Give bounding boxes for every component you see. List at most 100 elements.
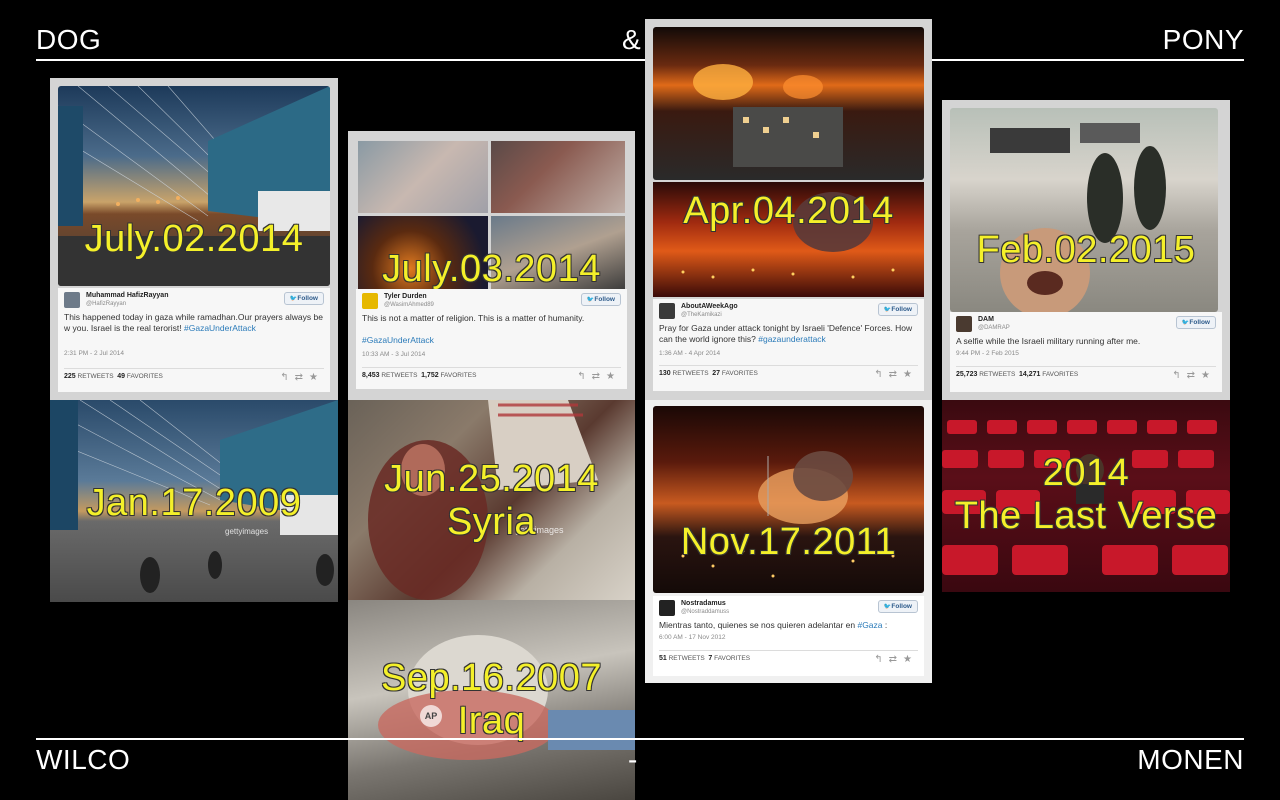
favorites-label: FAVORITES xyxy=(1042,371,1079,378)
retweet-icon[interactable]: ⇄ xyxy=(592,371,606,382)
star-icon[interactable]: ★ xyxy=(606,371,621,382)
star-icon[interactable]: ★ xyxy=(309,372,324,383)
hashtag-link[interactable]: #gazaunderattack xyxy=(758,334,826,344)
tweet-header: AboutAWeekAgo @TheKamikazi Follow xyxy=(659,303,918,323)
tweet-text: A selfie while the Israeli military runn… xyxy=(956,336,1141,346)
tweet-card-nov-17-2011[interactable]: Nov.17.2011 Nostradamus @Nostraddamuss F… xyxy=(645,400,932,683)
tweet-card-feb-02-2015[interactable]: Feb.02.2015 DAM @DAMRAP Follow A selfie … xyxy=(942,100,1230,400)
avatar xyxy=(659,600,675,616)
collage-photo-3 xyxy=(358,216,488,291)
photo-tile-sep-16-2007[interactable]: AP Sep.16.2007 Iraq xyxy=(348,600,635,800)
reply-icon[interactable]: ↰ xyxy=(577,371,591,382)
retweet-icon[interactable]: ⇄ xyxy=(1187,370,1201,381)
follow-button[interactable]: Follow xyxy=(877,600,918,613)
tweet-author-name[interactable]: Muhammad HafizRayyan xyxy=(86,292,168,299)
tweet-author-handle[interactable]: @Nostraddamuss xyxy=(681,609,729,615)
tweet-text: This is not a matter of religion. This i… xyxy=(362,313,585,323)
favorite-count: 7 xyxy=(708,655,713,662)
tweet-photo-top xyxy=(653,27,924,180)
star-icon[interactable]: ★ xyxy=(903,369,918,380)
tweet-author-name[interactable]: DAM xyxy=(978,316,994,323)
reply-icon[interactable]: ↰ xyxy=(874,369,888,380)
retweet-icon[interactable]: ⇄ xyxy=(295,372,309,383)
retweet-count: 130 xyxy=(659,370,671,377)
star-icon[interactable]: ★ xyxy=(903,654,918,665)
favorites-label: FAVORITES xyxy=(714,655,751,662)
retweet-count: 225 xyxy=(64,373,76,380)
tweet-body: Muhammad HafizRayyan @HafizRayyan Follow… xyxy=(58,288,330,392)
tweet-author-handle[interactable]: @DAMRAP xyxy=(978,325,1010,331)
watermark: gettyimages xyxy=(515,525,564,535)
header-right-text: PONY xyxy=(1162,24,1244,55)
reply-icon[interactable]: ↰ xyxy=(280,372,294,383)
ap-logo: AP xyxy=(420,705,442,727)
tweet-author-handle[interactable]: @HafizRayyan xyxy=(86,301,126,307)
tweet-timestamp[interactable]: 1:36 AM - 4 Apr 2014 xyxy=(659,350,720,357)
tweet-author-name[interactable]: Nostradamus xyxy=(681,600,726,607)
tweet-timestamp[interactable]: 6:00 AM - 17 Nov 2012 xyxy=(659,634,726,641)
retweet-icon[interactable]: ⇄ xyxy=(889,369,903,380)
tweet-photo xyxy=(653,406,924,593)
tweet-header: DAM @DAMRAP Follow xyxy=(956,316,1216,336)
star-icon[interactable]: ★ xyxy=(1201,370,1216,381)
tweet-card-july-02-2014[interactable]: July.02.2014 Muhammad HafizRayyan @Hafiz… xyxy=(50,78,338,400)
retweets-label: RETWEETS xyxy=(672,370,709,377)
avatar xyxy=(362,293,378,309)
tweet-body: Tyler Durden @WasimAhmed89 Follow This i… xyxy=(356,289,627,389)
reply-icon[interactable]: ↰ xyxy=(1172,370,1186,381)
photo-tile-jun-25-2014[interactable]: gettyimages Jun.25.2014 Syria xyxy=(348,400,635,600)
photo-tile-jan-17-2009[interactable]: gettyimages Jan.17.2009 xyxy=(50,400,338,602)
tweet-stats: 51 RETWEETS 7 FAVORITES ↰⇄★ xyxy=(659,650,918,669)
favorites-label: FAVORITES xyxy=(126,373,163,380)
tweet-body: AboutAWeekAgo @TheKamikazi Follow Pray f… xyxy=(653,299,924,391)
retweet-count: 51 xyxy=(659,655,667,662)
collage-photo-4 xyxy=(491,216,625,291)
tweet-header: Tyler Durden @WasimAhmed89 Follow xyxy=(362,293,621,313)
tweet-card-apr-04-2014[interactable]: Apr.04.2014 AboutAWeekAgo @TheKamikazi F… xyxy=(645,19,932,400)
favorite-count: 14,271 xyxy=(1018,371,1041,378)
tweet-author-name[interactable]: Tyler Durden xyxy=(384,293,427,300)
tweet-body: Nostradamus @Nostraddamuss Follow Mientr… xyxy=(653,596,924,676)
retweet-icon[interactable]: ⇄ xyxy=(889,654,903,665)
header-rule xyxy=(36,59,1244,61)
tweet-text: This happened today in gaza while ramadh… xyxy=(64,312,323,333)
tweet-timestamp[interactable]: 9:44 PM - 2 Feb 2015 xyxy=(956,350,1019,357)
tweet-author-name[interactable]: AboutAWeekAgo xyxy=(681,303,738,310)
tweet-author-handle[interactable]: @WasimAhmed89 xyxy=(384,302,434,308)
header-left-text: DOG xyxy=(36,24,102,55)
follow-button[interactable]: Follow xyxy=(877,303,918,316)
photo-tile-the-last-verse[interactable]: 2014 The Last Verse xyxy=(942,400,1230,592)
tweet-actions: ↰⇄★ xyxy=(874,654,918,665)
hashtag-link[interactable]: #Gaza xyxy=(857,620,882,630)
follow-button[interactable]: Follow xyxy=(580,293,621,306)
follow-button[interactable]: Follow xyxy=(283,292,324,305)
tweet-actions: ↰⇄★ xyxy=(1172,370,1216,381)
tweet-actions: ↰⇄★ xyxy=(280,372,324,383)
tweet-photo xyxy=(950,108,1218,312)
hashtag-link[interactable]: #GazaUnderAttack xyxy=(362,335,621,346)
tweet-timestamp[interactable]: 2:31 PM - 2 Jul 2014 xyxy=(64,350,124,357)
favorites-label: FAVORITES xyxy=(721,370,758,377)
avatar xyxy=(956,316,972,332)
tweet-author-handle[interactable]: @TheKamikazi xyxy=(681,312,722,318)
tweet-card-july-03-2014[interactable]: July.03.2014 Tyler Durden @WasimAhmed89 … xyxy=(348,131,635,400)
tweet-actions: ↰⇄★ xyxy=(874,369,918,380)
avatar xyxy=(64,292,80,308)
footer-left-text: WILCO xyxy=(36,744,131,775)
tweet-stats: 130 RETWEETS 27 FAVORITES ↰⇄★ xyxy=(659,365,918,384)
tweet-header: Muhammad HafizRayyan @HafizRayyan Follow xyxy=(64,292,324,312)
retweets-label: RETWEETS xyxy=(979,371,1016,378)
reply-icon[interactable]: ↰ xyxy=(874,654,888,665)
hashtag-link[interactable]: #GazaUnderAttack xyxy=(184,323,256,333)
tweet-actions: ↰⇄★ xyxy=(577,371,621,382)
tweet-stats: 225 RETWEETS 49 FAVORITES ↰⇄★ xyxy=(64,368,324,387)
retweets-label: RETWEETS xyxy=(77,373,114,380)
follow-button[interactable]: Follow xyxy=(1175,316,1216,329)
retweets-label: RETWEETS xyxy=(381,372,418,379)
collage-photo-1 xyxy=(358,141,488,213)
avatar xyxy=(659,303,675,319)
favorite-count: 1,752 xyxy=(421,372,439,379)
footer-rule xyxy=(36,738,1244,740)
tweet-timestamp[interactable]: 10:33 AM - 3 Jul 2014 xyxy=(362,351,425,358)
tweet-photo xyxy=(58,86,330,286)
